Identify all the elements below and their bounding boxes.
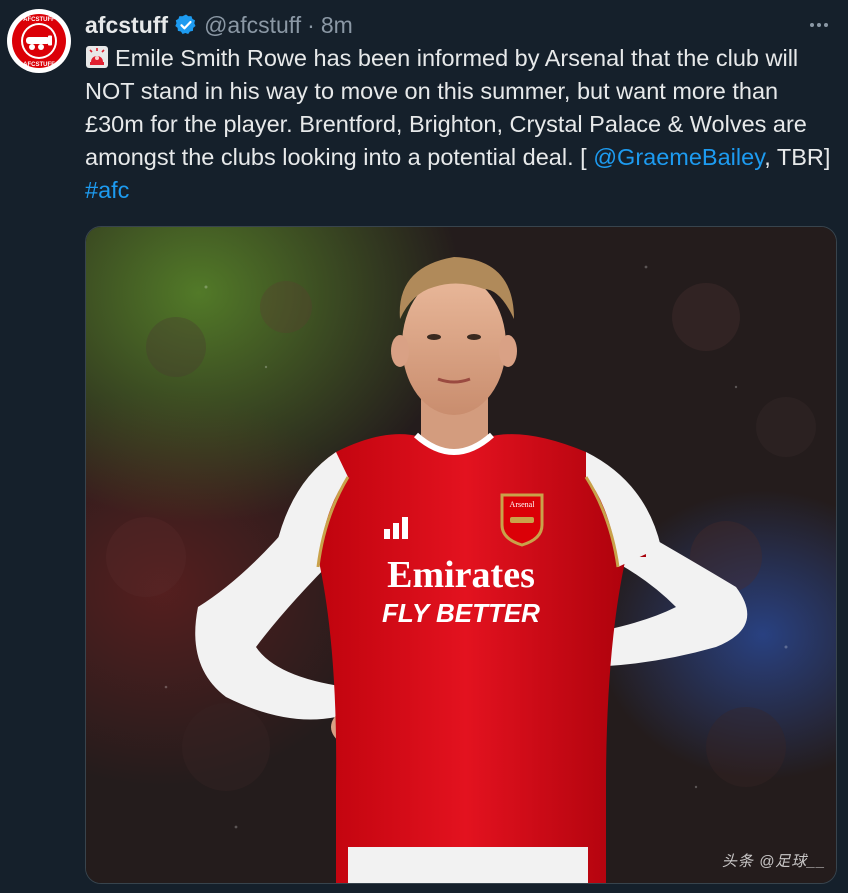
timestamp[interactable]: 8m bbox=[321, 12, 353, 39]
display-name[interactable]: afcstuff bbox=[85, 12, 168, 39]
sponsor-line1: Emirates bbox=[387, 554, 535, 596]
tweet: AFCSTUFF AFCSTUFF afcstuff @afcstuff · 8… bbox=[0, 0, 848, 893]
afcstuff-logo-icon: AFCSTUFF AFCSTUFF bbox=[8, 10, 70, 72]
hashtag-link[interactable]: #afc bbox=[85, 177, 129, 203]
image-watermark: 头条 @足球__ bbox=[721, 853, 826, 870]
avatar-text-top: AFCSTUFF bbox=[23, 17, 55, 23]
avatar[interactable]: AFCSTUFF AFCSTUFF bbox=[7, 9, 71, 73]
tweet-text: Emile Smith Rowe has been informed by Ar… bbox=[85, 42, 837, 207]
police-light-emoji-icon bbox=[85, 45, 109, 69]
tweet-text-after-mention: , TBR] bbox=[764, 144, 837, 170]
handle[interactable]: @afcstuff bbox=[204, 12, 301, 39]
mention-link[interactable]: @GraemeBailey bbox=[593, 144, 764, 170]
more-options-icon[interactable] bbox=[804, 10, 834, 40]
tweet-header: afcstuff @afcstuff · 8m bbox=[85, 10, 353, 40]
separator-dot: · bbox=[307, 11, 315, 38]
tweet-media-image[interactable]: Arsenal Emirates FLY BETTER 头条 @足球__ bbox=[85, 226, 837, 884]
verified-badge-icon[interactable] bbox=[174, 13, 198, 37]
sponsor-line2: FLY BETTER bbox=[382, 598, 540, 628]
player-photo: Arsenal Emirates FLY BETTER bbox=[86, 227, 836, 883]
avatar-text-bottom: AFCSTUFF bbox=[23, 62, 55, 68]
crest-text: Arsenal bbox=[510, 500, 536, 509]
